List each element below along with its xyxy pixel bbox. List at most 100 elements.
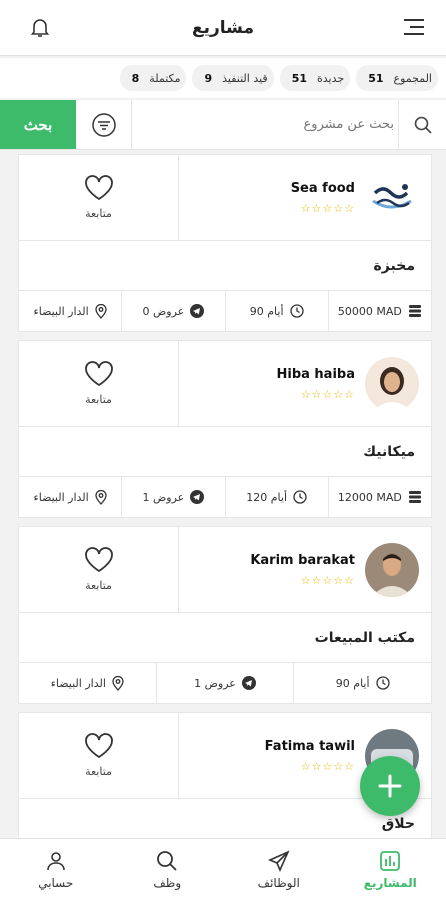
duration-value: 90 أيام: [335, 676, 370, 690]
search-icon: [414, 116, 432, 134]
project-title: ميكانيك: [19, 427, 431, 477]
project-card[interactable]: متابعة Karim barakat ☆☆☆☆☆ مكتب المبيعات: [18, 526, 432, 704]
owner-block[interactable]: Sea food ☆☆☆☆☆: [179, 155, 431, 240]
meta-location: الدار البيضاء: [19, 291, 121, 331]
avatar-seafood-logo: [365, 170, 419, 225]
database-icon: [408, 305, 421, 317]
search-icon: [157, 850, 177, 871]
stat-new[interactable]: جديدة 51: [279, 65, 351, 91]
page-title: مشاريع: [192, 17, 254, 38]
nav-account[interactable]: حسابي: [0, 839, 112, 900]
project-meta: 50000 MAD 90 أيام 0 عروض الدار البيضاء: [19, 291, 431, 331]
search-bar: بحث: [0, 100, 446, 150]
owner-name: Fatima tawil: [264, 738, 355, 754]
follow-label: متابعة: [85, 579, 112, 592]
follow-label: متابعة: [85, 393, 112, 406]
filter-icon: [91, 112, 116, 137]
heart-icon: [84, 733, 113, 759]
stat-completed[interactable]: مكتملة 8: [119, 65, 187, 91]
offers-value: 1 عروض: [194, 676, 236, 690]
follow-label: متابعة: [85, 765, 112, 778]
filter-button[interactable]: [76, 100, 132, 149]
owner-name: Sea food: [290, 180, 355, 196]
stat-value: 51: [291, 71, 308, 85]
owner-block[interactable]: Hiba haiba ☆☆☆☆☆: [179, 341, 431, 426]
location-value: الدار البيضاء: [33, 304, 89, 318]
project-list: متابعة Sea food ☆☆☆☆☆ مخبزة 50000 MAD 90…: [0, 154, 446, 850]
bell-icon[interactable]: [28, 15, 52, 39]
avatar-photo: [365, 356, 419, 411]
user-icon: [46, 851, 65, 870]
nav-jobs[interactable]: الوظائف: [223, 839, 335, 900]
stat-in-progress[interactable]: قيد التنفيذ 9: [192, 65, 274, 91]
project-meta: 90 أيام 1 عروض الدار البيضاء: [19, 663, 431, 703]
meta-offers: 1 عروض: [155, 663, 294, 703]
stat-label: المجموع: [393, 71, 432, 85]
search-button[interactable]: بحث: [0, 100, 76, 149]
owner-block[interactable]: Karim barakat ☆☆☆☆☆: [179, 527, 431, 612]
meta-budget: 50000 MAD: [327, 291, 431, 331]
budget-value: 12000 MAD: [337, 490, 402, 504]
stat-value: 8: [131, 71, 140, 85]
telegram-icon: [190, 304, 205, 318]
clock-icon: [375, 676, 390, 690]
nav-hire[interactable]: وظف: [112, 839, 224, 900]
rating-stars: ☆☆☆☆☆: [300, 759, 355, 773]
nav-projects[interactable]: المشاريع: [335, 839, 446, 900]
project-card[interactable]: متابعة Hiba haiba ☆☆☆☆☆ ميكانيك 12000 MA…: [18, 340, 432, 518]
stat-label: مكتملة: [149, 71, 181, 85]
avatar-photo: [365, 542, 419, 597]
location-pin-icon: [95, 303, 107, 319]
menu-icon[interactable]: [402, 16, 426, 38]
nav-label: وظف: [153, 875, 182, 890]
stat-value: 9: [204, 71, 213, 85]
stat-label: قيد التنفيذ: [222, 71, 268, 85]
meta-duration: 90 أيام: [293, 663, 431, 703]
owner-name: Karim barakat: [250, 552, 355, 568]
meta-budget: 12000 MAD: [327, 477, 431, 517]
follow-button[interactable]: متابعة: [19, 527, 179, 612]
bottom-nav: المشاريع الوظائف وظف حسابي: [0, 838, 446, 900]
location-pin-icon: [95, 489, 107, 505]
rating-stars: ☆☆☆☆☆: [300, 201, 355, 215]
heart-icon: [84, 547, 113, 573]
telegram-icon: [241, 676, 256, 690]
database-icon: [408, 491, 421, 503]
budget-value: 50000 MAD: [337, 304, 402, 318]
nav-label: الوظائف: [257, 875, 300, 890]
stat-value: 51: [368, 71, 384, 85]
duration-value: 90 أيام: [249, 304, 284, 318]
meta-offers: 0 عروض: [121, 291, 224, 331]
add-project-button[interactable]: [360, 756, 420, 816]
project-card[interactable]: متابعة Sea food ☆☆☆☆☆ مخبزة 50000 MAD 90…: [18, 154, 432, 332]
meta-offers: 1 عروض: [121, 477, 224, 517]
meta-location: الدار البيضاء: [19, 477, 121, 517]
follow-label: متابعة: [85, 207, 112, 220]
offers-value: 0 عروض: [142, 304, 185, 318]
search-input[interactable]: [132, 100, 398, 149]
offers-value: 1 عروض: [142, 490, 185, 504]
rating-stars: ☆☆☆☆☆: [300, 573, 355, 587]
nav-label: حسابي: [38, 875, 74, 890]
clock-icon: [293, 490, 307, 504]
stat-total[interactable]: المجموع 51: [356, 65, 438, 91]
nav-label: المشاريع: [363, 875, 417, 890]
clock-icon: [289, 304, 304, 318]
duration-value: 120 أيام: [246, 490, 288, 504]
project-title: مخبزة: [19, 241, 431, 291]
rating-stars: ☆☆☆☆☆: [300, 387, 355, 401]
meta-location: الدار البيضاء: [19, 663, 156, 703]
owner-name: Hiba haiba: [276, 366, 355, 382]
heart-icon: [84, 175, 113, 201]
telegram-icon: [190, 490, 205, 504]
stats-bar: المجموع 51 جديدة 51 قيد التنفيذ 9 مكتملة…: [0, 58, 446, 98]
location-value: الدار البيضاء: [50, 676, 106, 690]
projects-icon: [380, 850, 401, 871]
follow-button[interactable]: متابعة: [19, 155, 179, 240]
meta-duration: 120 أيام: [224, 477, 328, 517]
follow-button[interactable]: متابعة: [19, 341, 179, 426]
location-pin-icon: [112, 675, 124, 691]
project-meta: 12000 MAD 120 أيام 1 عروض الدار البيضاء: [19, 477, 431, 517]
search-icon-box[interactable]: [398, 100, 446, 149]
follow-button[interactable]: متابعة: [19, 713, 179, 798]
